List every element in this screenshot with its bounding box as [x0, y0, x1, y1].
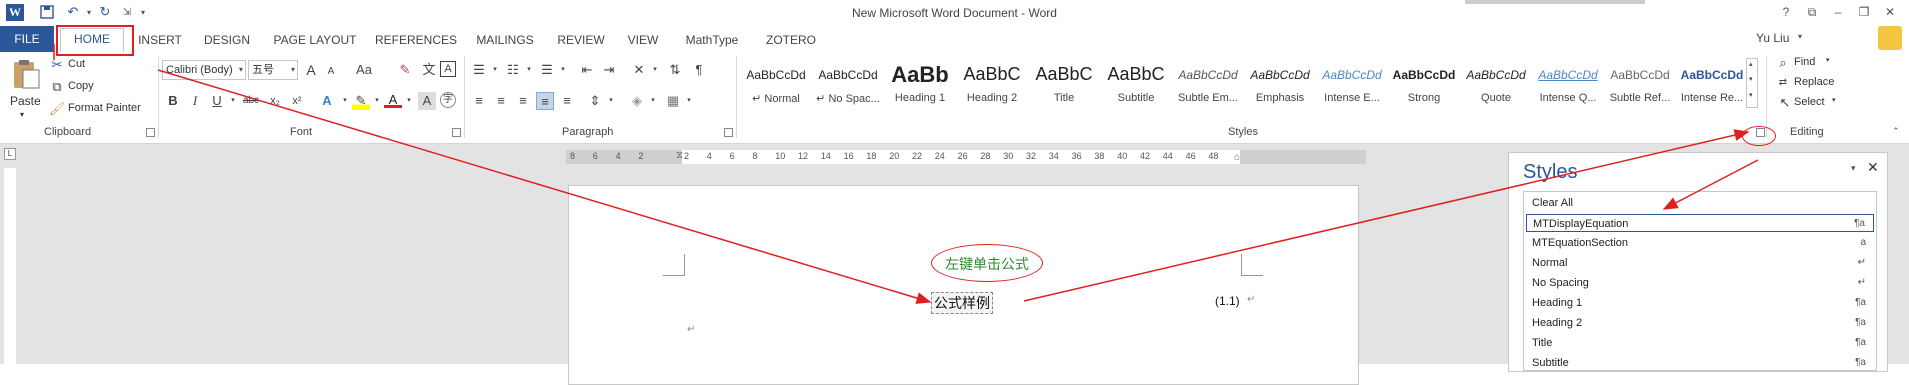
annotation-arrows — [53, 44, 1759, 304]
annotation-arrow — [1023, 129, 1750, 302]
annotation-arrow — [1662, 159, 1759, 210]
annotation-arrow — [157, 69, 932, 304]
